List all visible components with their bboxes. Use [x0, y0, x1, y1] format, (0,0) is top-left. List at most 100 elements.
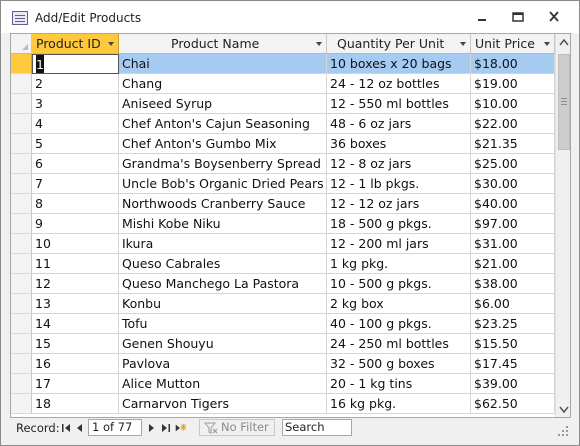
cell-quantity-per-unit[interactable]: 48 - 6 oz jars: [327, 114, 471, 134]
table-row[interactable]: 6 Grandma's Boysenberry Spread 12 - 8 oz j…: [11, 154, 555, 174]
cell-quantity-per-unit[interactable]: 10 - 500 g pkgs.: [327, 274, 471, 294]
cell-unit-price[interactable]: $25.00: [471, 154, 555, 174]
table-row[interactable]: 10 Ikura 12 - 200 ml jars $31.00: [11, 234, 555, 254]
record-selector[interactable]: [11, 274, 32, 294]
table-row[interactable]: 15 Genen Shouyu 24 - 250 ml bottles $15.50: [11, 334, 555, 354]
table-row[interactable]: 8 Northwoods Cranberry Sauce 12 - 12 oz ja…: [11, 194, 555, 214]
table-row[interactable]: 17 Alice Mutton 20 - 1 kg tins $39.00: [11, 374, 555, 394]
record-selector[interactable]: [11, 394, 32, 414]
cell-product-id[interactable]: 17: [32, 374, 119, 394]
cell-quantity-per-unit[interactable]: 36 boxes: [327, 134, 471, 154]
record-selector[interactable]: [11, 234, 32, 254]
resize-grip-icon[interactable]: [557, 425, 569, 437]
cell-product-id[interactable]: 18: [32, 394, 119, 414]
table-row[interactable]: 14 Tofu 40 - 100 g pkgs. $23.25: [11, 314, 555, 334]
select-all-corner[interactable]: [11, 34, 32, 54]
sort-dropdown-icon[interactable]: [544, 42, 550, 46]
cell-product-name[interactable]: Chang: [119, 74, 327, 94]
record-selector[interactable]: [11, 354, 32, 374]
cell-product-name[interactable]: Uncle Bob's Organic Dried Pears: [119, 174, 327, 194]
cell-unit-price[interactable]: $30.00: [471, 174, 555, 194]
previous-record-button[interactable]: [74, 421, 86, 435]
cell-quantity-per-unit[interactable]: 18 - 500 g pkgs.: [327, 214, 471, 234]
cell-unit-price[interactable]: $31.00: [471, 234, 555, 254]
cell-quantity-per-unit[interactable]: 16 kg pkg.: [327, 394, 471, 414]
cell-unit-price[interactable]: $17.45: [471, 354, 555, 374]
cell-unit-price[interactable]: $39.00: [471, 374, 555, 394]
cell-product-name[interactable]: Pavlova: [119, 354, 327, 374]
scroll-down-button[interactable]: [556, 401, 570, 417]
record-selector[interactable]: [11, 134, 32, 154]
table-row[interactable]: 16 Pavlova 32 - 500 g boxes $17.45: [11, 354, 555, 374]
record-selector[interactable]: [11, 254, 32, 274]
table-row[interactable]: 3 Aniseed Syrup 12 - 550 ml bottles $10.00: [11, 94, 555, 114]
cell-product-id[interactable]: 11: [32, 254, 119, 274]
cell-product-name[interactable]: Aniseed Syrup: [119, 94, 327, 114]
cell-product-id[interactable]: 14: [32, 314, 119, 334]
cell-unit-price[interactable]: $6.00: [471, 294, 555, 314]
cell-quantity-per-unit[interactable]: 12 - 1 lb pkgs.: [327, 174, 471, 194]
record-selector[interactable]: [11, 334, 32, 354]
record-selector[interactable]: [11, 174, 32, 194]
cell-product-name[interactable]: Queso Manchego La Pastora: [119, 274, 327, 294]
first-record-button[interactable]: [60, 421, 72, 435]
cell-product-id[interactable]: 5: [32, 134, 119, 154]
table-row[interactable]: 13 Konbu 2 kg box $6.00: [11, 294, 555, 314]
cell-product-name[interactable]: Konbu: [119, 294, 327, 314]
cell-unit-price[interactable]: $23.25: [471, 314, 555, 334]
cell-product-name[interactable]: Ikura: [119, 234, 327, 254]
cell-quantity-per-unit[interactable]: 24 - 12 oz bottles: [327, 74, 471, 94]
cell-quantity-per-unit[interactable]: 2 kg box: [327, 294, 471, 314]
current-record-field[interactable]: 1 of 77: [88, 419, 142, 436]
column-header-quantity-per-unit[interactable]: Quantity Per Unit: [327, 34, 471, 54]
cell-quantity-per-unit[interactable]: 10 boxes x 20 bags: [327, 54, 471, 74]
cell-product-name[interactable]: Tofu: [119, 314, 327, 334]
sort-dropdown-icon[interactable]: [316, 42, 322, 46]
cell-product-name[interactable]: Grandma's Boysenberry Spread: [119, 154, 327, 174]
cell-quantity-per-unit[interactable]: 12 - 200 ml jars: [327, 234, 471, 254]
cell-quantity-per-unit[interactable]: 12 - 12 oz jars: [327, 194, 471, 214]
cell-quantity-per-unit[interactable]: 1 kg pkg.: [327, 254, 471, 274]
cell-product-name[interactable]: Alice Mutton: [119, 374, 327, 394]
cell-unit-price[interactable]: $10.00: [471, 94, 555, 114]
cell-product-name[interactable]: Chef Anton's Cajun Seasoning: [119, 114, 327, 134]
record-selector[interactable]: [11, 54, 32, 74]
scroll-up-button[interactable]: [556, 34, 570, 51]
close-button[interactable]: [545, 9, 563, 25]
cell-unit-price[interactable]: $38.00: [471, 274, 555, 294]
cell-product-id[interactable]: 16: [32, 354, 119, 374]
cell-product-id[interactable]: 7: [32, 174, 119, 194]
cell-product-name[interactable]: Queso Cabrales: [119, 254, 327, 274]
new-record-button[interactable]: [174, 421, 188, 435]
cell-product-id[interactable]: 12: [32, 274, 119, 294]
sort-dropdown-icon[interactable]: [108, 42, 114, 46]
record-selector[interactable]: [11, 194, 32, 214]
record-selector[interactable]: [11, 154, 32, 174]
cell-product-id[interactable]: 9: [32, 214, 119, 234]
restore-button[interactable]: [509, 9, 527, 25]
cell-product-name[interactable]: Mishi Kobe Niku: [119, 214, 327, 234]
record-selector[interactable]: [11, 94, 32, 114]
cell-unit-price[interactable]: $15.50: [471, 334, 555, 354]
cell-product-name[interactable]: Chef Anton's Gumbo Mix: [119, 134, 327, 154]
cell-unit-price[interactable]: $22.00: [471, 114, 555, 134]
vertical-scrollbar[interactable]: [555, 34, 570, 417]
record-selector[interactable]: [11, 214, 32, 234]
record-selector[interactable]: [11, 114, 32, 134]
cell-product-id[interactable]: 8: [32, 194, 119, 214]
column-header-unit-price[interactable]: Unit Price: [471, 34, 555, 54]
cell-quantity-per-unit[interactable]: 20 - 1 kg tins: [327, 374, 471, 394]
cell-product-id[interactable]: 2: [32, 74, 119, 94]
cell-unit-price[interactable]: $62.50: [471, 394, 555, 414]
sort-dropdown-icon[interactable]: [460, 42, 466, 46]
column-header-product-id[interactable]: Product ID: [32, 34, 119, 54]
table-row[interactable]: 12 Queso Manchego La Pastora 10 - 500 g pk…: [11, 274, 555, 294]
record-selector[interactable]: [11, 314, 32, 334]
table-row[interactable]: 2 Chang 24 - 12 oz bottles $19.00: [11, 74, 555, 94]
cell-product-id[interactable]: 10: [32, 234, 119, 254]
cell-product-id[interactable]: 15: [32, 334, 119, 354]
cell-product-name[interactable]: Genen Shouyu: [119, 334, 327, 354]
record-selector[interactable]: [11, 74, 32, 94]
record-selector[interactable]: [11, 294, 32, 314]
cell-product-name[interactable]: Northwoods Cranberry Sauce: [119, 194, 327, 214]
